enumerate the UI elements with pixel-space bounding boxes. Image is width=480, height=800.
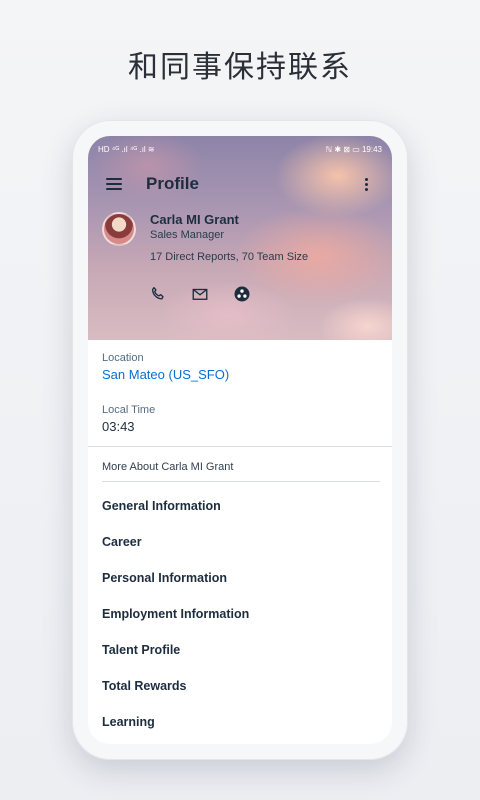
nav-item-employment-information[interactable]: Employment Information	[88, 596, 392, 632]
location-label: Location	[102, 352, 144, 364]
location-link[interactable]: San Mateo (US_SFO)	[102, 367, 378, 382]
hamburger-menu-icon[interactable]	[102, 172, 126, 196]
local-time-field: Local Time 03:43	[88, 382, 392, 434]
status-time-text: ℕ ✱ ⊠ ▭ 19:43	[325, 144, 382, 154]
promo-title: 和同事保持联系	[128, 50, 352, 85]
page-title: Profile	[146, 174, 199, 193]
profile-role: Sales Manager	[150, 229, 224, 241]
status-left: HD ⁴ᴳ .ıl ⁴ᴳ .ıl ≋	[98, 145, 155, 154]
profile-summary: Carla MI Grant Sales Manager 17 Direct R…	[102, 212, 382, 263]
nav-item-learning[interactable]: Learning	[88, 704, 392, 740]
nav-item-total-rewards[interactable]: Total Rewards	[88, 668, 392, 704]
local-time-label: Local Time	[102, 404, 156, 416]
status-bar: HD ⁴ᴳ .ıl ⁴ᴳ .ıl ≋ ℕ ✱ ⊠ ▭ 19:43	[88, 142, 392, 156]
status-right: ℕ ✱ ⊠ ▭ 19:43	[326, 145, 382, 154]
phone-icon[interactable]	[148, 284, 168, 304]
divider	[88, 446, 392, 447]
profile-team-size: 17 Direct Reports, 70 Team Size	[150, 251, 309, 263]
status-signal-text: HD ⁴ᴳ .ıl ⁴ᴳ .ıl ≋	[98, 144, 155, 154]
phone-frame: HD ⁴ᴳ .ıl ⁴ᴳ .ıl ≋ ℕ ✱ ⊠ ▭ 19:43 Profile	[72, 120, 408, 760]
location-field: Location San Mateo (US_SFO)	[88, 340, 392, 382]
nav-item-career[interactable]: Career	[88, 524, 392, 560]
more-about-heading: More About Carla MI Grant	[102, 461, 380, 482]
app-bar: Profile	[88, 170, 392, 198]
app-screen: HD ⁴ᴳ .ıl ⁴ᴳ .ıl ≋ ℕ ✱ ⊠ ▭ 19:43 Profile	[88, 136, 392, 744]
profile-details: Location San Mateo (US_SFO) Local Time 0…	[88, 340, 392, 740]
profile-name: Carla MI Grant	[150, 212, 239, 227]
mail-icon[interactable]	[190, 284, 210, 304]
avatar[interactable]	[102, 212, 136, 246]
more-vertical-icon[interactable]	[354, 172, 378, 196]
nav-item-talent-profile[interactable]: Talent Profile	[88, 632, 392, 668]
org-chart-icon[interactable]	[232, 284, 252, 304]
profile-header-background: HD ⁴ᴳ .ıl ⁴ᴳ .ıl ≋ ℕ ✱ ⊠ ▭ 19:43 Profile	[88, 136, 392, 340]
nav-item-general-information[interactable]: General Information	[88, 488, 392, 524]
local-time-value: 03:43	[102, 419, 135, 434]
contact-actions	[148, 284, 252, 304]
nav-item-personal-information[interactable]: Personal Information	[88, 560, 392, 596]
more-about-list: General Information Career Personal Info…	[88, 488, 392, 740]
